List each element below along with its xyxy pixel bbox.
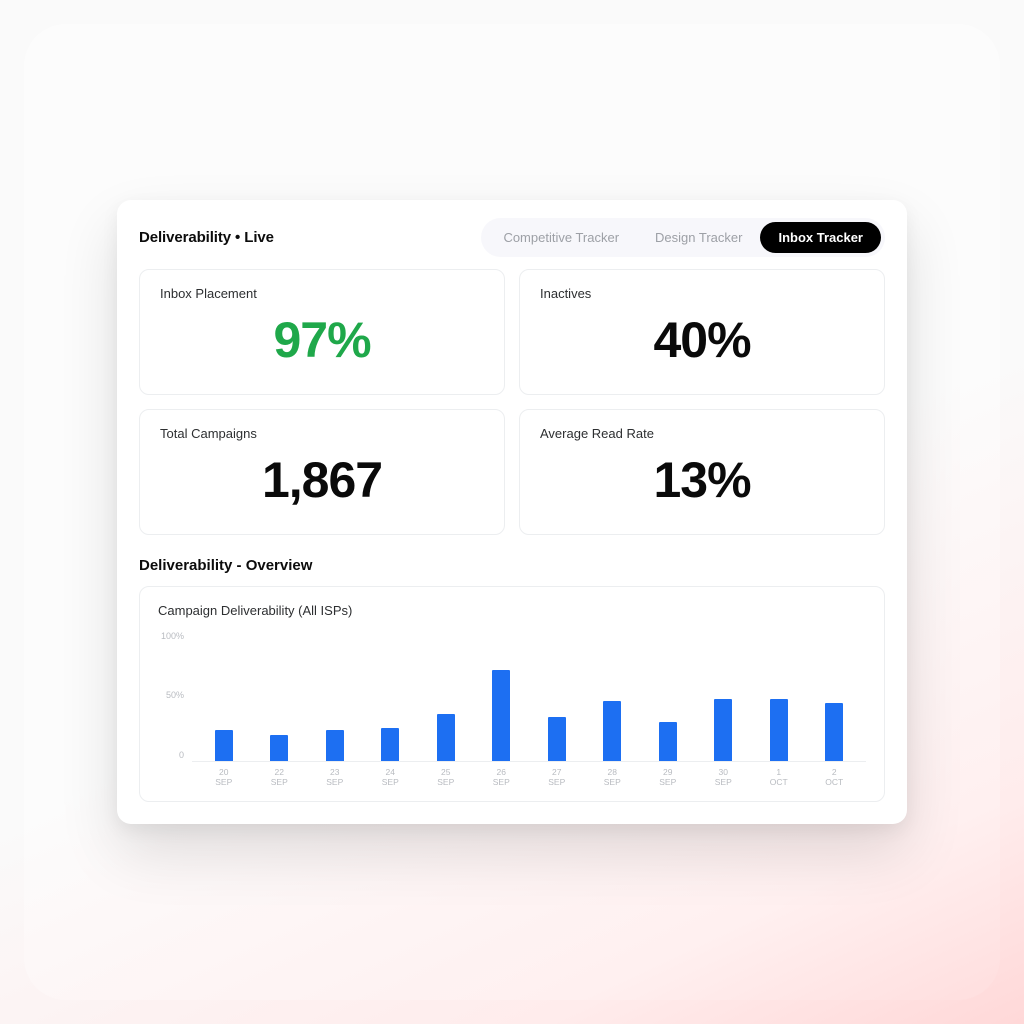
chart-bar <box>825 703 843 761</box>
stat-label: Inbox Placement <box>160 286 484 301</box>
chart-bar <box>714 699 732 761</box>
stat-card-inactives: Inactives 40% <box>519 269 885 395</box>
chart-y-tick: 50% <box>158 691 184 700</box>
stat-label: Inactives <box>540 286 864 301</box>
chart-bar <box>326 730 344 761</box>
page-background: Deliverability • Live Competitive Tracke… <box>24 24 1000 1000</box>
chart-bar <box>770 699 788 761</box>
stat-card-inbox-placement: Inbox Placement 97% <box>139 269 505 395</box>
chart-x-tick: 22 SEP <box>270 768 288 788</box>
dashboard-card: Deliverability • Live Competitive Tracke… <box>117 200 907 825</box>
tab-competitive-tracker[interactable]: Competitive Tracker <box>485 222 637 253</box>
chart-x-tick: 24 SEP <box>381 768 399 788</box>
tracker-tabs: Competitive TrackerDesign TrackerInbox T… <box>481 218 885 257</box>
chart-bar <box>381 728 399 760</box>
chart-title: Campaign Deliverability (All ISPs) <box>158 603 866 618</box>
chart-x-tick: 28 SEP <box>603 768 621 788</box>
chart-y-axis: 100% 50% 0 <box>158 632 184 762</box>
chart-bar <box>215 730 233 761</box>
chart-x-axis: 20 SEP 22 SEP 23 SEP 24 SEP 25 SEP 26 SEP 27 S… <box>192 762 866 788</box>
chart-x-tick: 1 OCT <box>770 768 788 788</box>
stat-card-avg-read-rate: Average Read Rate 13% <box>519 409 885 535</box>
tab-design-tracker[interactable]: Design Tracker <box>637 222 760 253</box>
chart-bar <box>270 735 288 761</box>
chart-y-tick: 0 <box>158 751 184 760</box>
stat-label: Total Campaigns <box>160 426 484 441</box>
chart-area: 100%50%0 20 SEP22 SEP23 SEP24 SEP25 SEP2… <box>158 632 866 788</box>
chart-bar <box>437 714 455 760</box>
chart-plot <box>192 632 866 762</box>
chart-bar <box>603 701 621 760</box>
stat-label: Average Read Rate <box>540 426 864 441</box>
chart-x-tick: 25 SEP <box>437 768 455 788</box>
chart-plot-wrap: 20 SEP 22 SEP 23 SEP 24 SEP 25 SEP 26 SEP 27 S… <box>192 632 866 788</box>
chart-x-tick: 20 SEP <box>215 768 233 788</box>
chart-x-tick: 27 SEP <box>548 768 566 788</box>
section-title-overview: Deliverability - Overview <box>139 557 885 574</box>
stat-card-total-campaigns: Total Campaigns 1,867 <box>139 409 505 535</box>
chart-bar <box>548 717 566 761</box>
stat-value: 13% <box>540 447 864 514</box>
section-title-live: Deliverability • Live <box>139 229 274 246</box>
chart-card: Campaign Deliverability (All ISPs) 100% 5… <box>139 586 885 803</box>
chart-x-tick: 29 SEP <box>659 768 677 788</box>
chart-x-tick: 26 SEP <box>492 768 510 788</box>
chart-bar <box>492 670 510 760</box>
chart-y-tick: 100% <box>158 632 184 641</box>
chart-x-tick: 2 OCT <box>825 768 843 788</box>
stat-value: 97% <box>160 307 484 374</box>
chart-bar <box>659 722 677 761</box>
stat-grid: Inbox Placement 97% Inactives 40% Total … <box>139 269 885 535</box>
tab-inbox-tracker[interactable]: Inbox Tracker <box>760 222 881 253</box>
chart-x-tick: 30 SEP <box>714 768 732 788</box>
top-bar: Deliverability • Live Competitive Tracke… <box>139 218 885 257</box>
stat-value: 40% <box>540 307 864 374</box>
chart-x-tick: 23 SEP <box>326 768 344 788</box>
stat-value: 1,867 <box>160 447 484 514</box>
